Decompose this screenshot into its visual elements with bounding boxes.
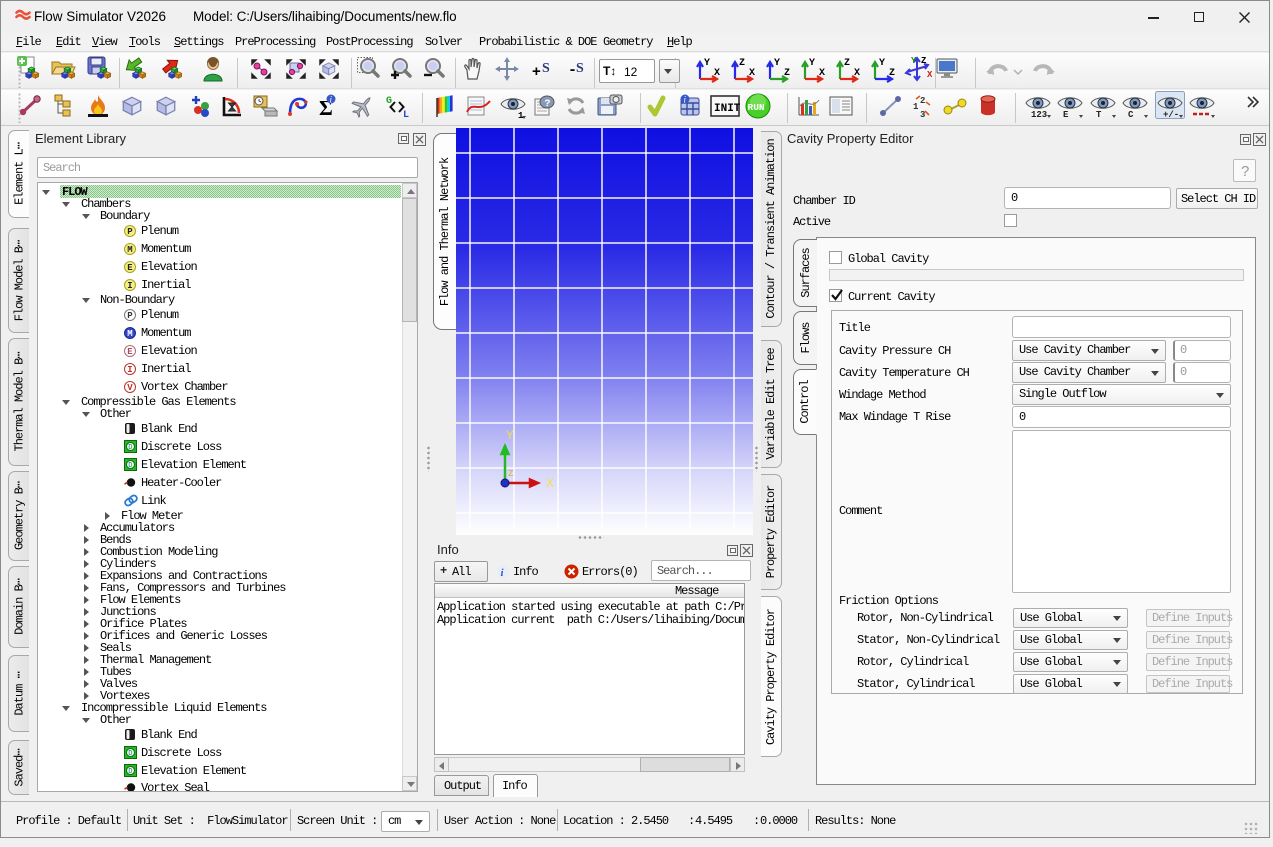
svg-text:X: X bbox=[854, 68, 860, 79]
svg-text:C: C bbox=[1128, 110, 1134, 119]
svg-text:RUN: RUN bbox=[748, 102, 765, 113]
svg-text:T: T bbox=[1096, 110, 1102, 119]
svg-text:D: D bbox=[128, 462, 132, 470]
svg-text:Y: Y bbox=[704, 58, 710, 69]
svg-text:Z: Z bbox=[889, 68, 895, 79]
svg-text:1: 1 bbox=[518, 111, 524, 120]
svg-text:Y: Y bbox=[809, 58, 815, 69]
svg-text:L: L bbox=[403, 110, 409, 118]
svg-text:S: S bbox=[542, 61, 550, 76]
svg-text:2: 2 bbox=[920, 96, 925, 106]
svg-text:Z: Z bbox=[844, 58, 850, 69]
svg-text:Z: Z bbox=[921, 56, 926, 66]
svg-text:3: 3 bbox=[920, 110, 925, 118]
svg-text:123: 123 bbox=[1031, 110, 1047, 119]
svg-text:E: E bbox=[1063, 110, 1069, 119]
svg-text:+: + bbox=[532, 63, 541, 80]
svg-text:Y: Y bbox=[774, 58, 780, 69]
svg-text:1: 1 bbox=[913, 102, 919, 112]
svg-text:Z: Z bbox=[739, 58, 745, 69]
svg-text:S: S bbox=[576, 61, 584, 76]
svg-text:+/-: +/- bbox=[1163, 110, 1179, 119]
svg-text:D: D bbox=[128, 444, 132, 452]
svg-text:D: D bbox=[128, 768, 132, 776]
svg-text:Y: Y bbox=[879, 58, 885, 69]
svg-text:X: X bbox=[927, 70, 932, 80]
svg-text:D: D bbox=[128, 750, 132, 758]
svg-text:INIT: INIT bbox=[714, 103, 740, 115]
svg-text:X: X bbox=[749, 68, 755, 79]
svg-text:X: X bbox=[819, 68, 825, 79]
svg-text:-: - bbox=[568, 62, 576, 79]
svg-text:Z: Z bbox=[784, 68, 790, 79]
svg-text:X: X bbox=[714, 68, 720, 79]
